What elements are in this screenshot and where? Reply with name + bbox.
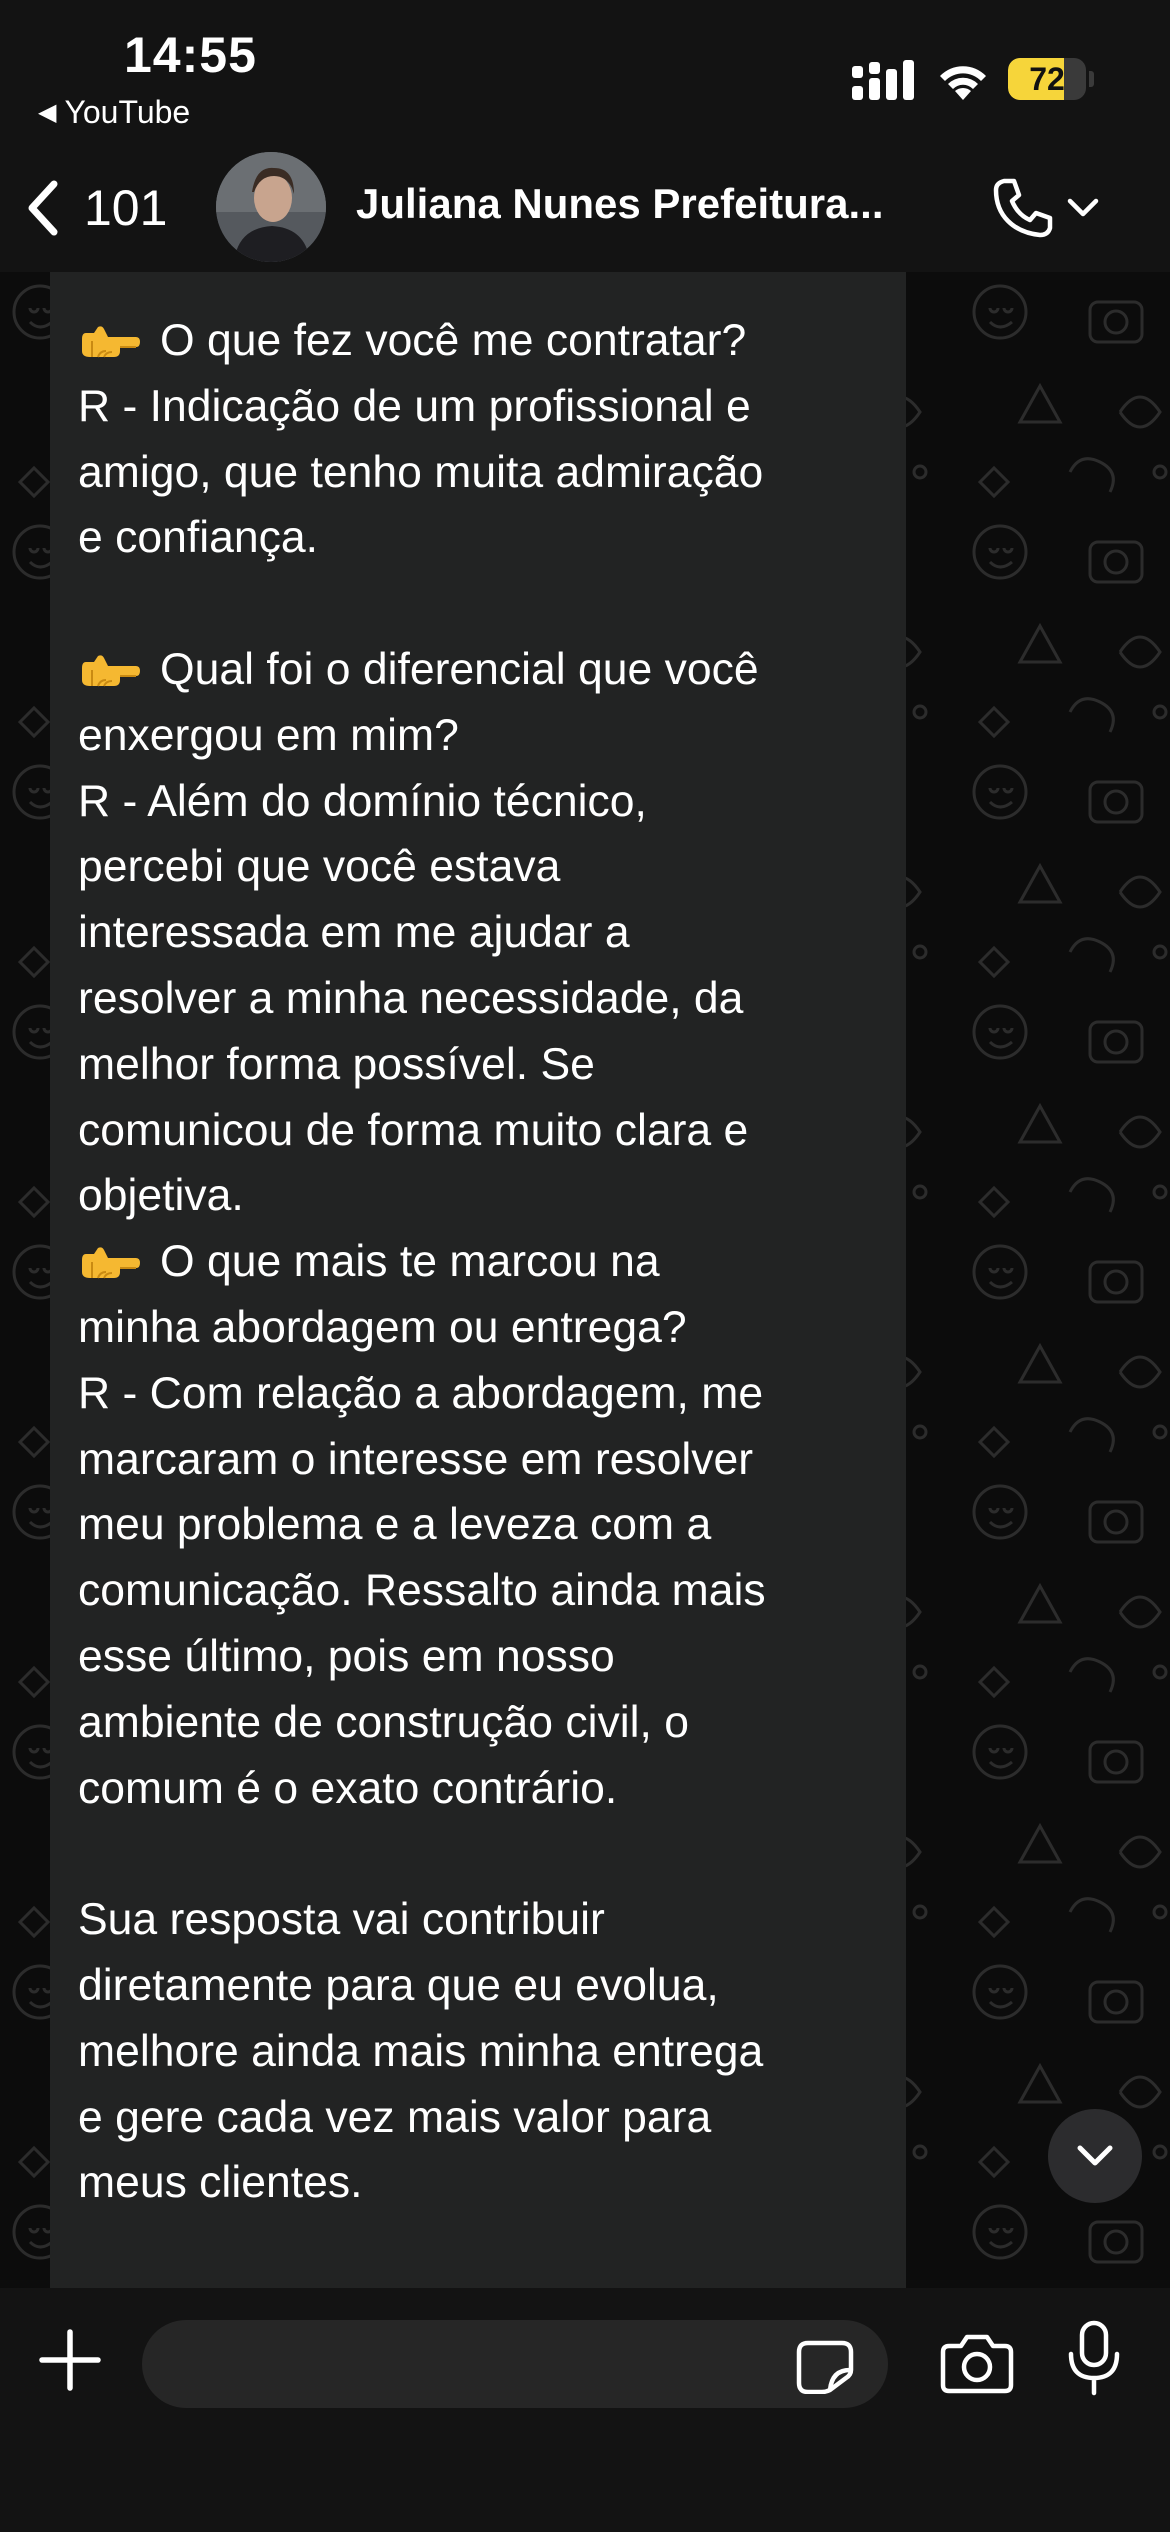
back-app-label: YouTube bbox=[64, 94, 191, 130]
message-text: comunicou de forma muito clara e bbox=[78, 1105, 749, 1155]
message-text: enxergou em mim? bbox=[78, 710, 459, 760]
chat-header: 101 Juliana Nunes Prefeitura... bbox=[0, 140, 1170, 272]
message-line: marcaram o interesse em resolver bbox=[78, 1427, 878, 1493]
pointing-right-emoji-icon bbox=[82, 1247, 140, 1279]
message-text: O que fez você me contratar? bbox=[160, 316, 747, 365]
message-text: objetiva. bbox=[78, 1171, 244, 1221]
message-line: meus clientes. bbox=[78, 2150, 878, 2216]
message-line: Qual foi o diferencial que você bbox=[78, 637, 878, 703]
message-line: objetiva. bbox=[78, 1163, 878, 1229]
plus-icon[interactable] bbox=[36, 2326, 104, 2394]
chat-area[interactable]: O que fez você me contratar? R - Indicaçã… bbox=[0, 272, 1170, 2288]
call-button[interactable] bbox=[990, 170, 1130, 246]
message-text: melhor forma possível. Se bbox=[78, 1039, 595, 1089]
message-line: melhor forma possível. Se bbox=[78, 1032, 878, 1098]
message-text: R - Com relação a abordagem, me bbox=[78, 1368, 764, 1418]
back-button[interactable]: 101 bbox=[22, 176, 167, 240]
message-text: minha abordagem ou entrega? bbox=[78, 1302, 687, 1352]
message-text: comum é o exato contrário. bbox=[78, 1763, 618, 1813]
message-line: comum é o exato contrário. bbox=[78, 1756, 878, 1822]
message-line: ambiente de construção civil, o bbox=[78, 1690, 878, 1756]
message-text: ambiente de construção civil, o bbox=[78, 1697, 689, 1747]
message-line: diretamente para que eu evolua, bbox=[78, 1953, 878, 2019]
message-line: O que fez você me contratar? bbox=[78, 308, 878, 374]
message-line: comunicação. Ressalto ainda mais bbox=[78, 1558, 878, 1624]
message-text: diretamente para que eu evolua, bbox=[78, 1960, 719, 2010]
chevron-left-icon bbox=[28, 180, 58, 236]
chevron-down-icon bbox=[1067, 198, 1099, 217]
message-bubble[interactable]: O que fez você me contratar? R - Indicaçã… bbox=[50, 272, 906, 2288]
sticker-icon[interactable] bbox=[796, 2340, 854, 2394]
chevron-down-icon bbox=[1077, 2145, 1113, 2166]
message-text: melhore ainda mais minha entrega bbox=[78, 2026, 764, 2076]
message-text: percebi que você estava bbox=[78, 842, 561, 892]
message-text: O que mais te marcou na bbox=[160, 1237, 660, 1287]
message-line: e confiança. bbox=[78, 505, 878, 571]
message-line: meu problema e a leveza com a bbox=[78, 1492, 878, 1558]
message-text: meus clientes. bbox=[78, 2158, 363, 2208]
battery-percent: 72 bbox=[1029, 61, 1065, 97]
message-text: R - Além do domínio técnico, bbox=[78, 776, 647, 826]
contact-name[interactable]: Juliana Nunes Prefeitura... bbox=[356, 180, 896, 228]
message-text: e confiança. bbox=[78, 513, 318, 563]
message-line: Sua resposta vai contribuir bbox=[78, 1887, 878, 1953]
message-line: O que mais te marcou na bbox=[78, 1229, 878, 1295]
message-line: melhore ainda mais minha entrega bbox=[78, 2019, 878, 2085]
message-line: esse último, pois em nosso bbox=[78, 1624, 878, 1690]
message-line bbox=[78, 571, 878, 637]
unread-count: 101 bbox=[84, 180, 168, 236]
message-line: e gere cada vez mais valor para bbox=[78, 2085, 878, 2151]
message-text: e gere cada vez mais valor para bbox=[78, 2092, 712, 2142]
message-text: interessada em me ajudar a bbox=[78, 908, 630, 958]
message-line: minha abordagem ou entrega? bbox=[78, 1295, 878, 1361]
phone-icon bbox=[993, 178, 1053, 238]
message-line: resolver a minha necessidade, da bbox=[78, 966, 878, 1032]
status-bar: 14:55 ◀ YouTube 72 bbox=[0, 0, 1170, 140]
scroll-down-button[interactable] bbox=[1048, 2109, 1142, 2203]
wifi-icon bbox=[940, 66, 986, 100]
avatar-photo bbox=[216, 152, 326, 262]
message-text: resolver a minha necessidade, da bbox=[78, 973, 744, 1023]
camera-icon[interactable] bbox=[940, 2332, 1014, 2394]
message-text: amigo, que tenho muita admiração bbox=[78, 447, 764, 497]
back-to-app-link[interactable]: ◀ YouTube bbox=[38, 94, 190, 131]
message-text: Sua resposta vai contribuir bbox=[78, 1895, 605, 1945]
message-input[interactable] bbox=[142, 2320, 888, 2408]
back-triangle-icon: ◀ bbox=[38, 99, 57, 126]
microphone-icon[interactable] bbox=[1066, 2320, 1122, 2396]
pointing-right-emoji-icon bbox=[82, 326, 140, 358]
message-text: esse último, pois em nosso bbox=[78, 1631, 615, 1681]
message-text: comunicação. Ressalto ainda mais bbox=[78, 1566, 766, 1616]
cellular-signal-icon bbox=[852, 60, 914, 100]
status-time: 14:55 bbox=[124, 27, 257, 83]
message-line: comunicou de forma muito clara e bbox=[78, 1098, 878, 1164]
message-text: Qual foi o diferencial que você bbox=[160, 644, 759, 694]
message-line: R - Além do domínio técnico, bbox=[78, 769, 878, 835]
battery-indicator: 72 bbox=[1008, 58, 1094, 100]
message-text: meu problema e a leveza com a bbox=[78, 1500, 712, 1550]
message-line: percebi que você estava bbox=[78, 834, 878, 900]
message-line: R - Com relação a abordagem, me bbox=[78, 1361, 878, 1427]
avatar[interactable] bbox=[216, 152, 326, 262]
message-line: interessada em me ajudar a bbox=[78, 900, 878, 966]
message-line bbox=[78, 1821, 878, 1887]
pointing-right-emoji-icon bbox=[82, 655, 140, 687]
message-line: enxergou em mim? bbox=[78, 703, 878, 769]
message-text: marcaram o interesse em resolver bbox=[78, 1434, 754, 1484]
message-input-bar bbox=[0, 2288, 1170, 2532]
message-text: R - Indicação de um profissional e bbox=[78, 381, 751, 431]
message-line: R - Indicação de um profissional e bbox=[78, 374, 878, 440]
message-line: amigo, que tenho muita admiração bbox=[78, 440, 878, 506]
